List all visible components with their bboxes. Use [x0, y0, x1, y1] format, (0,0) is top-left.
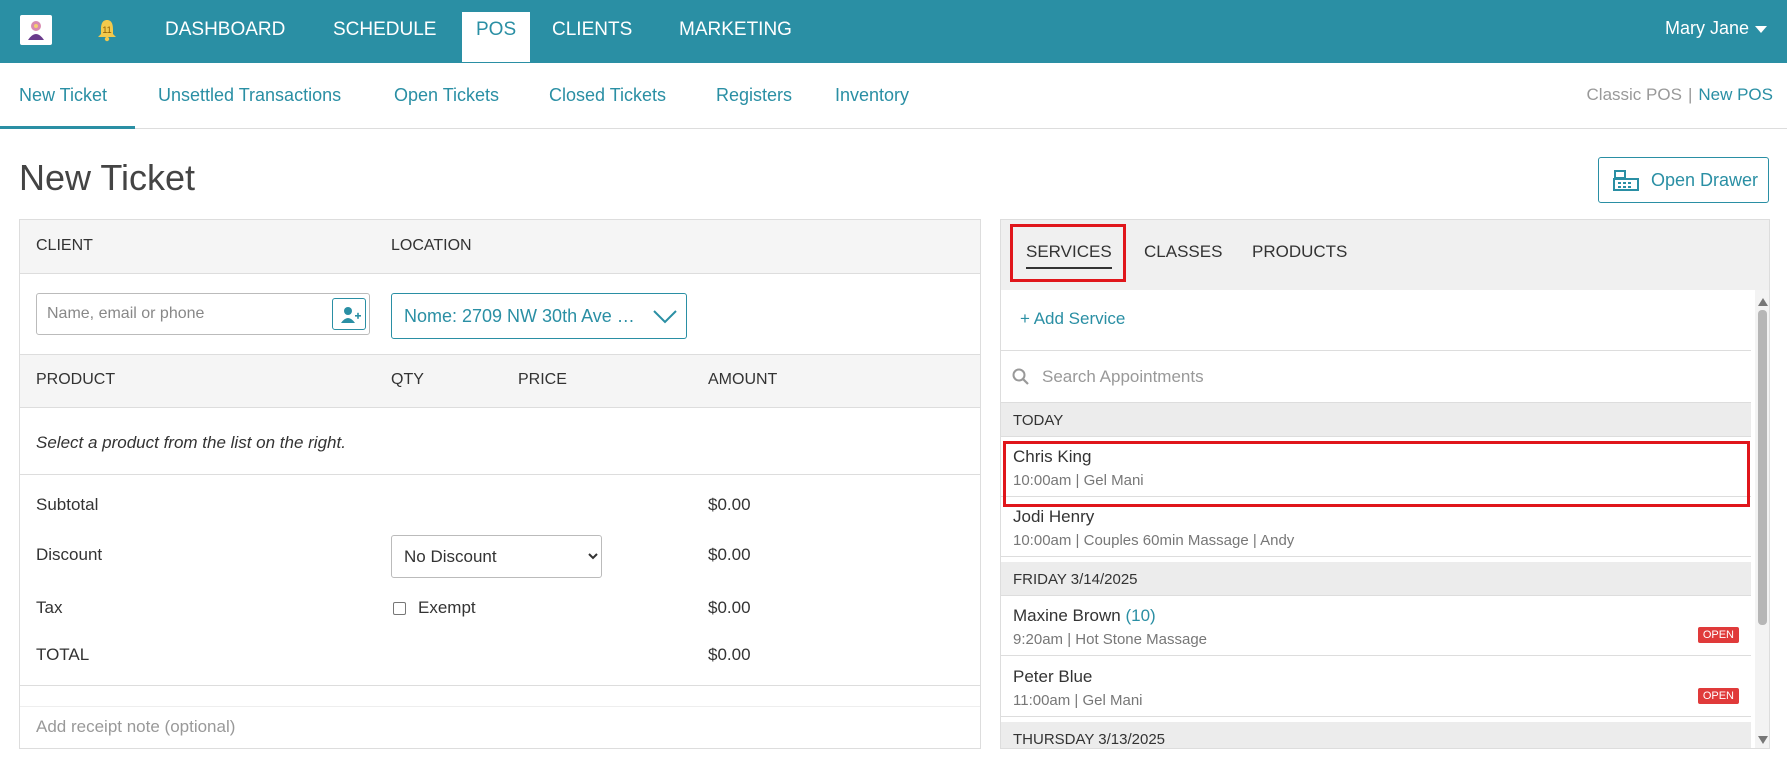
subtotal-label: Subtotal — [36, 495, 99, 514]
tax-exempt-checkbox[interactable]: Exempt — [393, 598, 476, 618]
chevron-down-icon — [652, 306, 678, 331]
svg-text:11: 11 — [102, 25, 111, 35]
product-table-header: PRODUCT QTY PRICE AMOUNT — [20, 354, 980, 408]
client-location-header: CLIENT LOCATION — [20, 220, 980, 274]
add-service-link[interactable]: + Add Service — [1020, 309, 1125, 329]
group-header-thursday: THURSDAY 3/13/2025 — [1001, 722, 1751, 748]
divider — [20, 685, 980, 686]
group-header-friday: FRIDAY 3/14/2025 — [1001, 562, 1751, 596]
tax-value: $0.00 — [708, 598, 751, 617]
tab-services[interactable]: SERVICES — [1026, 242, 1112, 269]
client-search-field — [36, 293, 370, 335]
nav-clients[interactable]: CLIENTS — [552, 12, 632, 62]
catalog-panel: SERVICES CLASSES PRODUCTS + Add Service … — [1000, 219, 1770, 749]
appointment-highlight-box — [1003, 441, 1750, 507]
catalog-tabs: SERVICES CLASSES PRODUCTS — [1001, 220, 1769, 290]
checkbox-icon[interactable] — [393, 602, 406, 616]
col-qty: QTY — [391, 371, 424, 388]
nav-pos[interactable]: POS — [462, 12, 531, 62]
discount-value: $0.00 — [708, 545, 751, 564]
total-label: TOTAL — [36, 645, 90, 664]
location-dropdown[interactable]: Nome: 2709 NW 30th Ave … — [391, 293, 687, 339]
pos-sub-navigation: New Ticket Unsettled Transactions Open T… — [0, 63, 1787, 129]
divider — [20, 474, 980, 475]
brand-logo[interactable] — [20, 15, 52, 45]
exempt-label: Exempt — [418, 598, 476, 617]
location-header: LOCATION — [391, 237, 472, 254]
nav-schedule[interactable]: SCHEDULE — [333, 12, 436, 62]
status-badge: OPEN — [1697, 627, 1739, 643]
open-drawer-button[interactable]: Open Drawer — [1598, 157, 1769, 203]
cash-register-icon — [1613, 169, 1639, 198]
user-menu[interactable]: Mary Jane — [1665, 18, 1767, 39]
appointment-row[interactable]: Peter Blue 11:00am | Gel Mani OPEN — [1001, 657, 1751, 717]
total-value: $0.00 — [708, 645, 751, 664]
pos-version-switch: Classic POS | New POS — [1587, 85, 1773, 105]
appointment-client-name: Jodi Henry — [1013, 507, 1095, 526]
divider — [20, 706, 980, 707]
open-drawer-label: Open Drawer — [1651, 170, 1759, 190]
scroll-down-icon[interactable] — [1758, 736, 1768, 744]
appointment-search — [1001, 350, 1751, 403]
pos-separator: | — [1687, 85, 1693, 104]
appointment-client-name: Maxine Brown (10) — [1013, 606, 1156, 626]
user-name: Mary Jane — [1664, 18, 1749, 38]
page-title: New Ticket — [19, 157, 196, 198]
client-name-text: Maxine Brown — [1013, 606, 1121, 625]
scroll-up-icon[interactable] — [1758, 298, 1768, 306]
active-tab-underline — [0, 126, 135, 129]
receipt-note-input[interactable]: Add receipt note (optional) — [36, 717, 235, 737]
discount-label: Discount — [36, 545, 103, 564]
add-user-icon — [341, 307, 361, 323]
nav-dashboard[interactable]: DASHBOARD — [165, 12, 285, 62]
tab-products[interactable]: PRODUCTS — [1252, 242, 1347, 262]
group-header-today: TODAY — [1001, 403, 1751, 437]
tax-label: Tax — [36, 598, 63, 617]
classic-pos-link[interactable]: Classic POS — [1587, 85, 1682, 104]
appointment-list-scrollbar[interactable] — [1755, 290, 1769, 748]
client-header: CLIENT — [36, 237, 93, 254]
subnav-inventory[interactable]: Inventory — [835, 85, 909, 106]
subnav-open-tickets[interactable]: Open Tickets — [394, 85, 499, 106]
ticket-panel: CLIENT LOCATION Nome: 2709 NW 30th Ave …… — [19, 219, 981, 749]
discount-select[interactable]: No Discount — [391, 535, 602, 578]
nav-marketing[interactable]: MARKETING — [679, 12, 792, 62]
location-value: Nome: 2709 NW 30th Ave … — [404, 306, 635, 326]
notifications-bell-icon[interactable]: 11 — [96, 18, 118, 47]
subnav-unsettled-transactions[interactable]: Unsettled Transactions — [158, 85, 341, 106]
appointment-client-name: Peter Blue — [1013, 667, 1093, 686]
subtotal-value: $0.00 — [708, 495, 751, 514]
appointment-row[interactable]: Maxine Brown (10) 9:20am | Hot Stone Mas… — [1001, 596, 1751, 656]
tab-classes[interactable]: CLASSES — [1144, 242, 1222, 262]
subnav-closed-tickets[interactable]: Closed Tickets — [549, 85, 666, 106]
appointment-search-input[interactable] — [1042, 364, 1642, 390]
empty-cart-message: Select a product from the list on the ri… — [36, 433, 346, 452]
add-client-button[interactable] — [332, 298, 366, 330]
visit-count: (10) — [1125, 606, 1156, 625]
subnav-registers[interactable]: Registers — [716, 85, 792, 106]
subnav-new-ticket[interactable]: New Ticket — [19, 85, 107, 106]
appointment-detail: 9:20am | Hot Stone Massage — [1013, 631, 1208, 648]
appointment-detail: 10:00am | Couples 60min Massage | Andy — [1013, 532, 1295, 549]
new-pos-link[interactable]: New POS — [1698, 85, 1773, 104]
scrollbar-thumb[interactable] — [1758, 310, 1767, 625]
status-badge: OPEN — [1697, 688, 1739, 704]
top-navigation-bar: 11 DASHBOARD SCHEDULE POS CLIENTS MARKET… — [0, 0, 1787, 63]
chevron-down-icon — [1755, 25, 1767, 33]
col-price: PRICE — [518, 371, 567, 388]
col-amount: AMOUNT — [708, 371, 778, 388]
col-product: PRODUCT — [36, 371, 116, 388]
client-search-input[interactable] — [47, 303, 317, 325]
search-icon — [1012, 368, 1030, 391]
appointment-detail: 11:00am | Gel Mani — [1013, 692, 1143, 709]
